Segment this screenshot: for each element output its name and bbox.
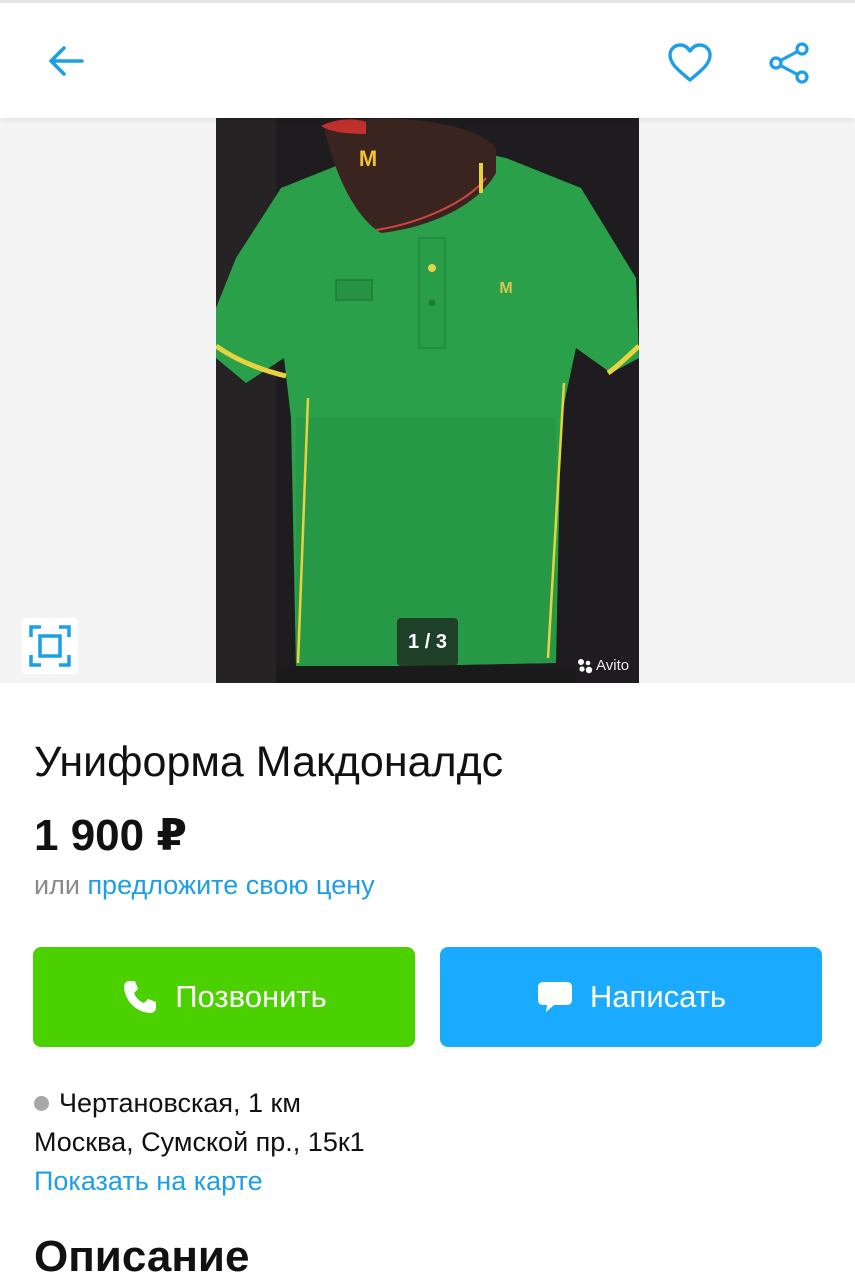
fullscreen-button[interactable] [22, 618, 78, 674]
metro-text: Чертановская, 1 км [59, 1088, 301, 1118]
fullscreen-icon [29, 625, 71, 667]
back-button[interactable] [38, 33, 94, 89]
message-button-label: Написать [589, 979, 727, 1014]
uniform-image: M M [216, 118, 639, 683]
address: Москва, Сумской пр., 15к1 [34, 1127, 365, 1157]
cap-logo: M [359, 146, 377, 171]
metro-station: Чертановская, 1 км [34, 1088, 301, 1119]
listing-photo[interactable]: M M [216, 118, 639, 683]
description-heading: Описание [34, 1232, 250, 1280]
top-bar [0, 0, 855, 118]
arrow-left-icon [49, 46, 84, 76]
favorite-button[interactable] [660, 33, 720, 93]
phone-icon [124, 981, 157, 1013]
photo-gallery[interactable]: M M 1 / 3 Avito [0, 118, 855, 683]
message-button[interactable]: Написать [440, 947, 822, 1047]
share-icon [769, 42, 809, 84]
avito-logo-icon [578, 658, 593, 673]
listing-price: 1 900 ₽ [34, 811, 187, 860]
call-button[interactable]: Позвонить [33, 947, 415, 1047]
photo-counter: 1 / 3 [397, 618, 458, 666]
call-button-label: Позвонить [175, 979, 327, 1014]
offer-price-link[interactable]: предложите свою цену [87, 870, 374, 900]
metro-dot-icon [34, 1096, 49, 1111]
share-button[interactable] [760, 33, 818, 93]
listing-title: Униформа Макдоналдс [34, 738, 504, 786]
watermark-text: Avito [596, 657, 630, 674]
heart-outline-icon [668, 43, 712, 82]
chat-bubble-icon [537, 982, 572, 1012]
shirt-logo: M [499, 280, 512, 297]
price-offer: или предложите свою цену [34, 870, 375, 901]
show-on-map-link[interactable]: Показать на карте [34, 1166, 263, 1197]
avito-watermark: Avito [577, 657, 629, 674]
offer-prefix: или [34, 870, 80, 900]
